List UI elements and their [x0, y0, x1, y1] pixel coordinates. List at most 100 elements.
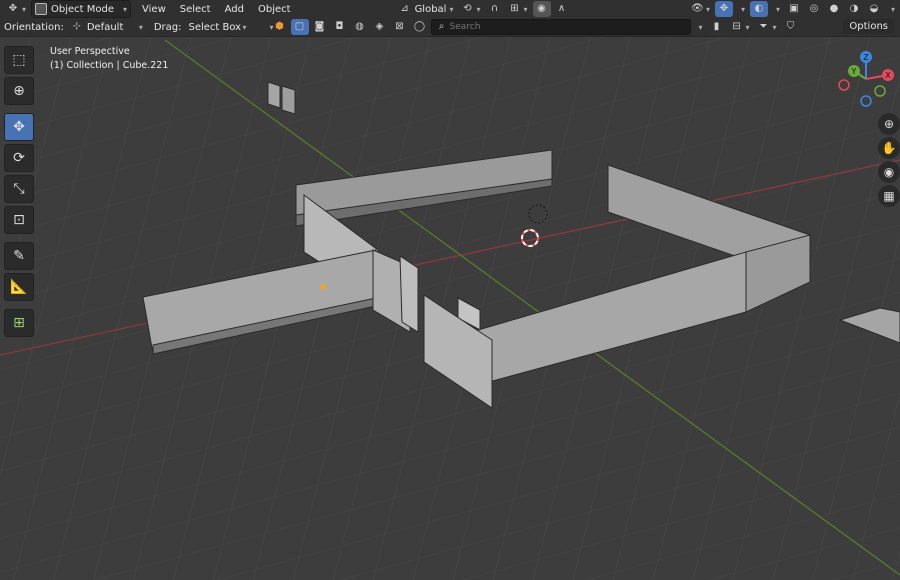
collection-dropdown[interactable]: ⊟ ▾ [728, 19, 753, 35]
menu-select[interactable]: Select [177, 1, 214, 17]
filter-dropdown[interactable]: ▾ [693, 19, 706, 35]
active-object-origin [320, 284, 326, 290]
shading-rendered[interactable]: ◒ [865, 1, 883, 17]
rotate-tool[interactable]: ⟳ [4, 144, 34, 172]
select-new-icon: ▢ [294, 21, 305, 32]
editor-type-menu[interactable]: ✥ ▾ [4, 1, 29, 17]
neg-x-handle[interactable] [838, 79, 850, 91]
chevron-down-icon: ▾ [242, 22, 247, 32]
orientation-icon: ⊿ [400, 3, 409, 14]
gizmo-dropdown[interactable]: ▾ [735, 1, 748, 17]
pan-button[interactable]: ✋ [878, 137, 900, 159]
select-intersect-icon: ◈ [375, 21, 384, 32]
select-extend-icon: ◙ [314, 21, 325, 32]
overlays-toggle[interactable]: ◐ [749, 1, 768, 17]
chevron-down-icon: ▾ [449, 4, 454, 14]
menu-object-label: Object [257, 3, 291, 15]
3d-view-icon: ✥ [8, 3, 18, 14]
annotate-tool[interactable]: ✎ [4, 242, 34, 270]
mode-selector[interactable]: Object Mode ▾ [31, 0, 132, 18]
viewport-scene[interactable] [0, 37, 900, 580]
xray-toggle[interactable]: ▣ [785, 1, 803, 17]
select-subtract-icon: ◘ [335, 21, 344, 32]
select-mode-subtract[interactable]: ◘ [331, 19, 349, 35]
restrict-button[interactable]: ⛉ [782, 19, 800, 35]
proportional-edit-icon: ◉ [537, 3, 546, 14]
add-cube-tool[interactable]: ⊞ [4, 309, 34, 337]
orientation-value: Global [414, 3, 447, 15]
funnel-icon: ⏷ [759, 21, 768, 32]
transform-icon: ⊡ [13, 212, 25, 228]
select-box-tool[interactable]: ⬚ [4, 46, 34, 74]
chevron-down-icon: ▾ [745, 22, 750, 32]
chevron-down-icon: ▾ [123, 4, 128, 14]
transform-orientation-dropdown[interactable]: ⊿ Global ▾ [396, 1, 457, 17]
search-field[interactable]: ⌕ [430, 19, 691, 35]
grid-icon: ▦ [883, 189, 895, 203]
floor-grid [0, 37, 900, 580]
z-axis-label: Z [863, 53, 869, 62]
rotate-icon: ⟳ [13, 150, 25, 166]
menu-add[interactable]: Add [222, 1, 247, 17]
select-option-a[interactable]: ⊠ [391, 19, 409, 35]
navigation-gizmo[interactable]: Z X Y [836, 49, 896, 109]
move-tool[interactable]: ✥ [4, 113, 34, 141]
visibility-dropdown[interactable]: 👁 ▾ [688, 1, 713, 17]
orientation-label: Orientation: [4, 21, 64, 33]
solid-sphere-icon: ● [829, 3, 839, 14]
select-mode-new[interactable]: ▢ [290, 19, 309, 35]
pivot-point-dropdown[interactable]: ⟲ ▾ [458, 1, 483, 17]
add-cube-icon: ⊞ [13, 315, 25, 331]
3d-viewport[interactable]: User Perspective (1) Collection | Cube.2… [0, 37, 900, 580]
tool-shelf: ⬚ ⊕ ✥ ⟳ ⤡ ⊡ ✎ 📐 ⊞ [4, 46, 34, 340]
neg-y-handle[interactable] [874, 85, 886, 97]
snap-target-dropdown[interactable]: ⊞ ▾ [506, 1, 531, 17]
mode-label: Object Mode [51, 3, 115, 15]
material-sphere-icon: ◑ [849, 3, 859, 14]
menu-view[interactable]: View [139, 1, 169, 17]
perspective-toggle[interactable]: ▦ [878, 185, 900, 207]
chevron-down-icon: ▾ [476, 4, 481, 14]
orientation-dropdown[interactable]: ⊹ Default ▾ [68, 19, 146, 35]
gizmo-icon: ✥ [719, 3, 729, 14]
chevron-down-icon: ▾ [22, 4, 27, 14]
shading-wireframe[interactable]: ◎ [805, 1, 823, 17]
select-option-b[interactable]: ◯ [411, 19, 429, 35]
select-mode-extend[interactable]: ◙ [311, 19, 329, 35]
proportional-edit-toggle[interactable]: ◉ [532, 1, 551, 17]
overlays-dropdown[interactable]: ▾ [770, 1, 783, 17]
camera-icon: ◉ [883, 165, 895, 179]
funnel-dropdown[interactable]: ⏷ ▾ [755, 19, 780, 35]
snap-toggle[interactable]: ∩ [486, 1, 504, 17]
move-icon: ✥ [13, 119, 25, 135]
shading-dropdown[interactable]: ▾ [885, 1, 898, 17]
bookmark-icon: ▮ [713, 21, 720, 32]
cursor-tool[interactable]: ⊕ [4, 77, 34, 105]
zoom-button[interactable]: ⊕ [878, 113, 900, 135]
options-button[interactable]: Options [843, 19, 894, 34]
tool-settings-header: Orientation: ⊹ Default ▾ Drag: Select Bo… [0, 18, 900, 37]
transform-tool[interactable]: ⊡ [4, 206, 34, 234]
menu-view-label: View [142, 3, 166, 15]
menu-object[interactable]: Object [255, 1, 294, 17]
select-mode-invert[interactable]: ◍ [351, 19, 369, 35]
select-mode-intersect[interactable]: ◈ [371, 19, 389, 35]
falloff-curve-icon: ∧ [557, 3, 566, 14]
shading-solid[interactable]: ● [825, 1, 843, 17]
search-input[interactable] [447, 21, 672, 33]
falloff-dropdown[interactable]: ∧ [553, 1, 571, 17]
chevron-down-icon: ▾ [698, 22, 703, 32]
gizmo-toggle[interactable]: ✥ [714, 1, 733, 17]
shading-material[interactable]: ◑ [845, 1, 863, 17]
object-types-icon: ⬢ [275, 21, 284, 32]
drag-dropdown[interactable]: Select Box ▾ [185, 19, 249, 35]
neg-z-handle[interactable] [860, 95, 872, 107]
scale-tool[interactable]: ⤡ [4, 175, 34, 203]
measure-tool[interactable]: 📐 [4, 273, 34, 301]
collection-info: (1) Collection | Cube.221 [50, 60, 169, 71]
chevron-down-icon: ▾ [138, 22, 143, 32]
object-types-dropdown[interactable]: ▾ ⬢ [263, 19, 288, 35]
bookmark-button[interactable]: ▮ [708, 19, 726, 35]
pencil-icon: ✎ [13, 248, 25, 264]
camera-view-button[interactable]: ◉ [878, 161, 900, 183]
